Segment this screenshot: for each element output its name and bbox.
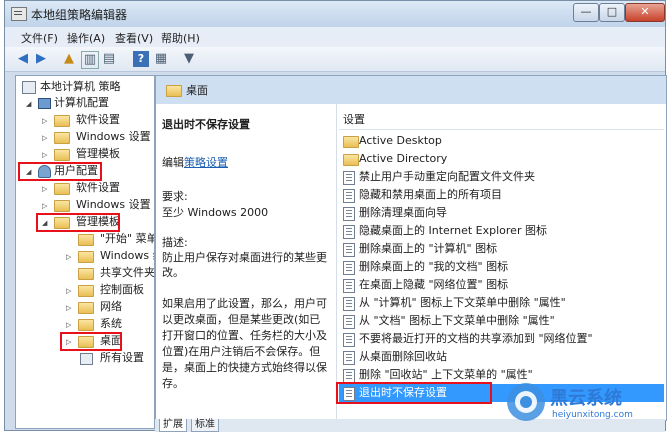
- list-item[interactable]: 删除桌面上的 "计算机" 图标: [339, 240, 664, 258]
- app-icon: [11, 7, 27, 21]
- policy-setting-icon: [343, 369, 355, 383]
- folder-icon: [54, 149, 70, 161]
- policy-setting-icon: [343, 297, 355, 311]
- folder-icon: [78, 234, 94, 246]
- forward-icon[interactable]: ▶: [33, 51, 49, 67]
- help-icon[interactable]: ?: [133, 51, 149, 67]
- list-item[interactable]: 从 "计算机" 图标上下文菜单中删除 "属性": [339, 294, 664, 312]
- filter-icon[interactable]: ▼: [181, 51, 197, 67]
- policy-setting-icon: [343, 279, 355, 293]
- folder-icon: [54, 200, 70, 212]
- menu-bar: 文件(F) 操作(A) 查看(V) 帮助(H): [5, 27, 665, 47]
- close-button[interactable]: ✕: [625, 3, 665, 22]
- maximize-button[interactable]: □: [599, 3, 625, 22]
- policy-setting-icon: [343, 333, 355, 347]
- settings-list: 设置 Active Desktop Active Directory 禁止用户手…: [336, 104, 666, 420]
- highlight-user-config: [18, 162, 102, 181]
- column-header-setting[interactable]: 设置: [339, 110, 664, 130]
- folder-icon: [78, 268, 94, 280]
- list-item[interactable]: 从桌面删除回收站: [339, 348, 664, 366]
- list-item[interactable]: Active Desktop: [339, 132, 664, 150]
- list-item[interactable]: 删除清理桌面向导: [339, 204, 664, 222]
- folder-icon: [78, 302, 94, 314]
- menu-file[interactable]: 文件(F): [21, 30, 58, 46]
- toolbar: ◀ ▶ ▲ ▥ ▤ ? ▦ ▼: [5, 47, 665, 72]
- requirements-label: 要求:: [162, 190, 188, 203]
- policy-setting-icon: [343, 189, 355, 203]
- description-label: 描述:: [162, 236, 188, 249]
- window-title: 本地组策略编辑器: [31, 8, 128, 22]
- edit-policy-link[interactable]: 策略设置: [184, 156, 228, 169]
- main-window: 本地组策略编辑器 — □ ✕ 文件(F) 操作(A) 查看(V) 帮助(H) ◀…: [4, 0, 667, 432]
- folder-icon: [54, 132, 70, 144]
- policy-setting-icon: [343, 315, 355, 329]
- folder-icon: [78, 251, 94, 263]
- up-folder-icon[interactable]: ▲: [61, 51, 77, 67]
- edit-line: 编辑策略设置: [162, 156, 228, 169]
- show-hide-tree-icon[interactable]: ▥: [81, 51, 99, 69]
- pane-divider[interactable]: [336, 104, 337, 420]
- expander-icon[interactable]: ◢: [26, 96, 31, 112]
- highlight-desktop: [60, 332, 122, 351]
- folder-icon: [343, 154, 359, 166]
- watermark-brand: 黑云系统: [550, 388, 622, 409]
- policy-setting-icon: [343, 207, 355, 221]
- list-item[interactable]: 在桌面上隐藏 "网络位置" 图标: [339, 276, 664, 294]
- list-item[interactable]: 隐藏桌面上的 Internet Explorer 图标: [339, 222, 664, 240]
- properties-icon[interactable]: ▦: [153, 51, 169, 67]
- folder-icon: [54, 115, 70, 127]
- export-list-icon[interactable]: ▤: [101, 51, 117, 67]
- back-icon[interactable]: ◀: [15, 51, 31, 67]
- list-item[interactable]: 删除桌面上的 "我的文档" 图标: [339, 258, 664, 276]
- folder-icon: [166, 85, 182, 97]
- list-item[interactable]: 隐藏和禁用桌面上的所有项目: [339, 186, 664, 204]
- policy-setting-icon: [343, 261, 355, 275]
- policy-setting-icon: [343, 171, 355, 185]
- tab-extended[interactable]: 扩展: [159, 419, 187, 432]
- watermark: 黑云系统 heiyunxitong.com: [504, 376, 664, 430]
- folder-icon: [78, 319, 94, 331]
- all-settings-icon: [80, 353, 93, 365]
- folder-icon: [78, 285, 94, 297]
- requirements-value: 至少 Windows 2000: [162, 206, 269, 219]
- policy-setting-icon: [343, 351, 355, 365]
- title-bar[interactable]: 本地组策略编辑器 — □ ✕: [5, 1, 665, 27]
- highlight-admin-templates: [36, 213, 120, 232]
- description-text: 防止用户保存对桌面进行的某些更改。: [162, 251, 327, 279]
- menu-help[interactable]: 帮助(H): [161, 30, 200, 46]
- policy-setting-icon: [343, 243, 355, 257]
- list-item[interactable]: 不要将最近打开的文档的共享添加到 "网络位置": [339, 330, 664, 348]
- menu-view[interactable]: 查看(V): [115, 30, 153, 46]
- folder-icon: [343, 136, 359, 148]
- tab-standard[interactable]: 标准: [191, 419, 219, 432]
- description-extra: 如果启用了此设置，那么，用户可以更改桌面，但是某些更改(如已打开窗口的位置、任务…: [162, 297, 327, 390]
- minimize-button[interactable]: —: [573, 3, 599, 22]
- navigation-tree: 本地计算机 策略 ◢ 计算机配置 ▷ 软件设置 ▷ Windows 设置 ▷ 管…: [15, 75, 155, 429]
- list-item[interactable]: Active Directory: [339, 150, 664, 168]
- computer-policy-icon: [22, 81, 36, 94]
- computer-icon: [38, 98, 51, 109]
- folder-icon: [54, 183, 70, 195]
- highlight-selected-setting: [336, 382, 492, 404]
- menu-action[interactable]: 操作(A): [67, 30, 105, 46]
- description-panel: 退出时不保存设置 编辑策略设置 要求: 至少 Windows 2000 描述: …: [156, 104, 336, 420]
- details-title: 桌面: [186, 84, 208, 97]
- watermark-url: heiyunxitong.com: [552, 410, 633, 420]
- policy-setting-icon: [343, 225, 355, 239]
- list-item[interactable]: 从 "文档" 图标上下文菜单中删除 "属性": [339, 312, 664, 330]
- details-header: 桌面: [156, 76, 666, 104]
- list-item[interactable]: 禁止用户手动重定向配置文件文件夹: [339, 168, 664, 186]
- details-pane: 桌面 退出时不保存设置 编辑策略设置 要求: 至少 Windows 2000 描…: [155, 75, 667, 421]
- setting-title: 退出时不保存设置: [162, 118, 250, 131]
